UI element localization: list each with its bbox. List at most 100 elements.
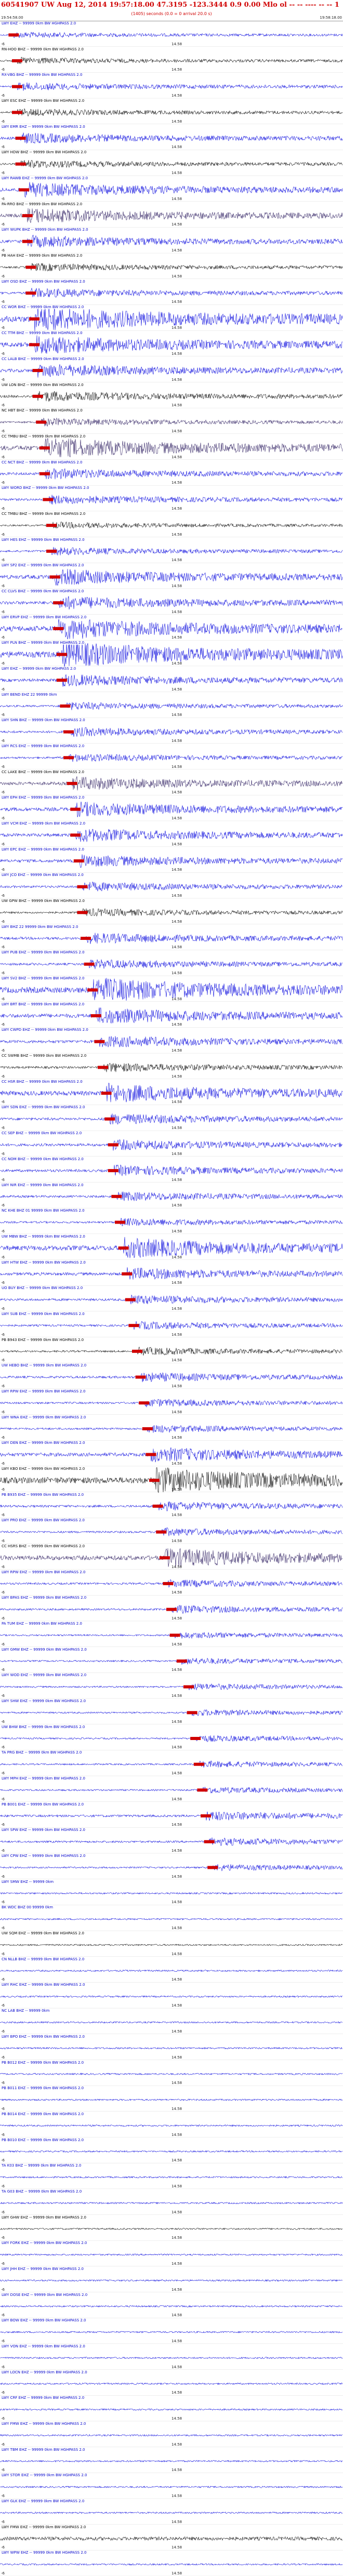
tick-label-left: -6 [1,894,5,898]
tick-label-center: 14.58 [172,764,182,769]
channel-label: RX-VBG BHZ -- 99999 0km BW HGHPASS 2.0 [1,73,83,77]
waveform-trace [0,1267,343,1280]
waveform-trace [0,437,343,458]
phase-pick-marker [87,988,98,992]
waveform-trace [0,1709,343,1716]
waveform-trace [0,2021,343,2024]
channel-label: LWY BPAS EHZ -- 99999 0km BW HGHPASS 2.0 [1,1596,87,1600]
channel-label: PB B001 EHZ -- 99999 0km BW HGHPASS 2.0 [1,1802,85,1807]
channel-label: CC WOR BHZ -- 99999 0km BW HGHPASS 2.0 [1,305,85,310]
phase-pick-marker [49,575,60,579]
tick-label-center: 14.58 [172,2261,182,2266]
tick-label-left: -6 [1,2236,5,2240]
waveform-trace [0,727,343,737]
phase-pick-marker [56,679,67,682]
tick-label-left: -6 [1,2416,5,2421]
tick-label-left: -6 [1,1384,5,1388]
phase-pick-marker [15,137,26,140]
waveform-trace [0,2563,343,2566]
tick-label-left: -6 [1,971,5,975]
waveform-trace [0,829,343,842]
phase-pick-marker [70,833,81,837]
tick-label-left: -6 [1,1538,5,1543]
channel-label: LWY TBM EHZ -- 99999 0km BW HGHPASS 2.0 [1,2447,86,2452]
channel-label: LWY SMW EHZ -- 99999 0km [1,1879,55,1884]
channel-label: LWY BRT BHZ -- 99999 0km BW HGHPASS 2.0 [1,1002,85,1006]
phase-pick-marker [77,885,88,888]
channel-label: LWY GHW EHZ -- 99999 0km BW HGHPASS 2.0 [1,2215,87,2220]
channel-label: LWY EHZ -- 99999 0km BW HGHPASS 2.0 [1,21,77,25]
tick-label-center: 14.58 [172,1513,182,1518]
tick-label-left: -6 [1,1306,5,1311]
waveform-trace [0,2408,343,2411]
tick-label-left: -6 [1,2313,5,2318]
tick-label-left: -6 [1,738,5,743]
tick-label-center: 14.58 [172,1616,182,1621]
waveform-trace [0,1063,343,1072]
phase-pick-marker [169,1634,180,1637]
phase-pick-marker [39,472,50,475]
phase-pick-marker [81,937,91,940]
waveform-trace [0,1372,343,1383]
tick-label-left: -6 [1,1074,5,1079]
tick-label-center: 14.58 [172,1797,182,1801]
waveform-trace [0,1346,343,1356]
tick-label-center: 14.58 [172,1849,182,1853]
channel-label: CC HSRS BHZ -- 99999 0km BW HGHPASS 2.0 [1,1544,86,1548]
phase-pick-marker [125,1298,136,1302]
phase-pick-marker [46,549,57,553]
tick-label-left: -6 [1,997,5,1001]
waveform-trace [0,1007,343,1024]
channel-label: LWY WOD EHZ -- 99999 0km BW HGHPASS 2.0 [1,1673,87,1678]
event-title: 60541907 UW Aug 12, 2014 19:57:18.00 47.… [1,1,339,9]
channel-label: PA TUM EHZ -- 99999 0km BW HGHPASS 2.0 [1,1622,83,1626]
waveform-trace [0,2382,343,2385]
tick-label-center: 14.58 [172,1694,182,1698]
tick-label-left: -6 [1,506,5,511]
tick-label-center: 14.58 [172,971,182,975]
waveform-trace [0,391,343,402]
waveform-trace [0,364,343,378]
waveform-trace [0,2073,343,2076]
tick-label-left: -6 [1,1358,5,1363]
channel-label: UW SQM EHZ -- 99999 0km BW HGHPASS 2.0 [1,1931,85,1936]
waveform-trace [0,1760,343,1768]
channel-label: LWY STOR EHZ -- 99999 0km BW HGHPASS 2.0 [1,2473,88,2478]
tick-label-center: 14.58 [172,997,182,1001]
waveform-trace [0,1399,343,1407]
channel-label: UW HEBO BHZ -- 99999 0km BW HGHPASS 2.0 [1,1363,87,1368]
tick-label-left: -6 [1,351,5,356]
channel-label: LWY EMR EHZ -- 99999 0km BW HGHPASS 2.0 [1,124,86,129]
phase-pick-marker [12,59,22,62]
channel-label: PB B935 EHZ -- 99999 0km BW HGHPASS 2.0 [1,1492,85,1497]
tick-label-center: 14.58 [172,2003,182,2008]
waveform-trace [0,1943,343,1946]
phase-pick-marker [60,704,71,708]
waveform-trace [0,468,343,480]
phase-pick-marker [19,188,30,192]
tick-label-center: 14.58 [172,171,182,176]
waveform-trace [0,881,343,892]
tick-label-left: -6 [1,1126,5,1131]
tick-label-left: -6 [1,945,5,950]
waveform-trace [0,263,343,271]
phase-pick-marker [98,1066,108,1069]
phase-pick-marker [163,1582,174,1585]
channel-label: CC LAKE BHZ -- 99999 0km BW HGHPASS 2.0 [1,769,85,774]
tick-label-center: 14.58 [172,2519,182,2524]
channel-label: LWY BPO EHZ -- 99999 0km BW HGHPASS 2.0 [1,2034,85,2039]
phase-pick-marker [142,1427,153,1430]
tick-label-left: -6 [1,2003,5,2008]
tick-label-center: 14.58 [172,1900,182,1905]
tick-label-center: 14.58 [172,816,182,820]
tick-label-left: -6 [1,764,5,769]
waveform-trace [0,417,343,427]
tick-label-left: -6 [1,481,5,485]
tick-label-center: 14.58 [172,196,182,201]
tick-label-left: -6 [1,2132,5,2137]
waveform-trace [0,2511,343,2514]
phase-pick-marker [146,1453,156,1456]
tick-label-left: -6 [1,816,5,820]
tick-label-left: -6 [1,583,5,588]
waveform-trace [0,1548,343,1567]
